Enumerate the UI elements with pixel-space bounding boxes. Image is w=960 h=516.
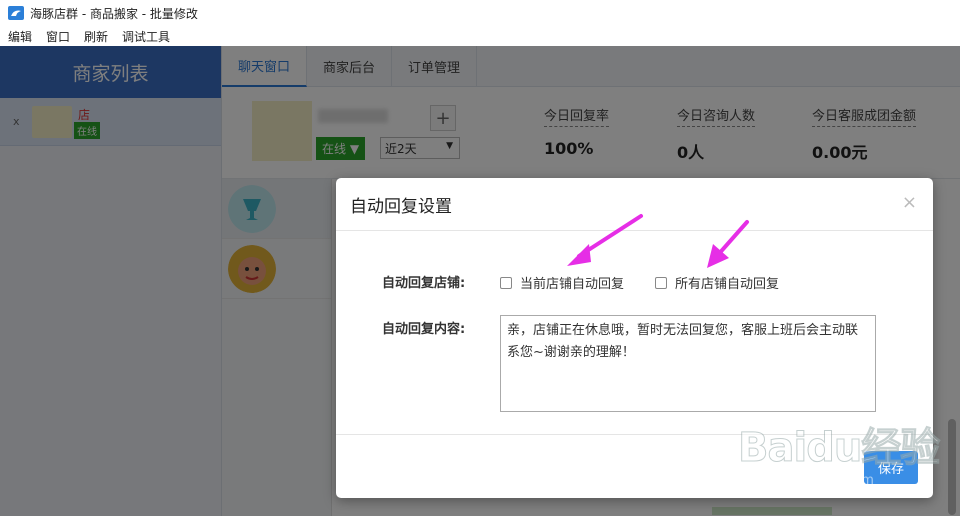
- annotation-arrow-icon: [707, 220, 749, 268]
- menu-edit[interactable]: 编辑: [8, 28, 32, 45]
- current-shop-checkbox[interactable]: 当前店铺自动回复: [500, 273, 624, 292]
- current-shop-option-label: 当前店铺自动回复: [520, 277, 625, 292]
- title-bar: 海豚店群 - 商品搬家 - 批量修改: [0, 0, 960, 26]
- save-button[interactable]: 保存: [864, 451, 918, 484]
- shop-label: 自动回复店铺:: [382, 276, 466, 291]
- annotation-arrow-icon: [567, 214, 643, 266]
- all-shops-checkbox[interactable]: 所有店铺自动回复: [655, 273, 779, 292]
- close-icon[interactable]: ×: [902, 192, 917, 213]
- dialog-title: 自动回复设置: [350, 196, 452, 217]
- auto-reply-dialog: 自动回复设置 × 自动回复店铺: 当前店铺自动回复 所有店铺自动回复 自动回复内…: [336, 178, 933, 498]
- menu-debug-tools[interactable]: 调试工具: [122, 28, 170, 45]
- checkbox-icon[interactable]: [655, 276, 667, 289]
- menu-bar: 编辑 窗口 刷新 调试工具: [0, 26, 960, 46]
- window-title: 海豚店群 - 商品搬家 - 批量修改: [30, 6, 198, 21]
- checkbox-icon[interactable]: [500, 276, 512, 289]
- menu-window[interactable]: 窗口: [46, 28, 70, 45]
- dolphin-logo-icon: [8, 6, 24, 20]
- reply-content-textarea[interactable]: 亲，店铺正在休息哦，暂时无法回复您，客服上班后会主动联系您~谢谢亲的理解！: [500, 315, 876, 412]
- all-shops-option-label: 所有店铺自动回复: [675, 277, 780, 292]
- dialog-footer: 保存: [336, 434, 933, 498]
- menu-refresh[interactable]: 刷新: [84, 28, 108, 45]
- content-label: 自动回复内容:: [382, 322, 466, 337]
